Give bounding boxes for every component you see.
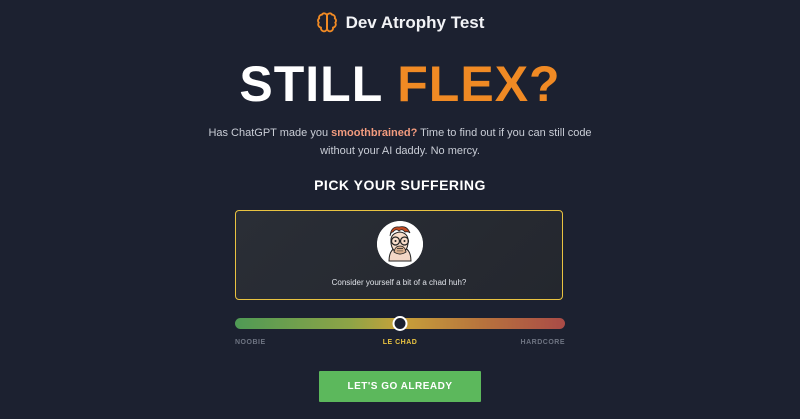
label-le-chad[interactable]: LE CHAD bbox=[383, 339, 418, 346]
subtitle-highlight: smoothbrained? bbox=[331, 127, 418, 139]
subtitle-part1: Has ChatGPT made you bbox=[208, 127, 332, 139]
app-header: Dev Atrophy Test bbox=[0, 12, 800, 34]
difficulty-description: Consider yourself a bit of a chad huh? bbox=[331, 278, 467, 287]
app-title: Dev Atrophy Test bbox=[345, 13, 485, 32]
hero-heading: STILL FLEX? bbox=[0, 56, 800, 112]
difficulty-card: Consider yourself a bit of a chad huh? bbox=[235, 210, 563, 300]
hero-word-flex: FLEX? bbox=[397, 56, 561, 112]
brain-icon bbox=[316, 12, 338, 34]
subtitle: Has ChatGPT made you smoothbrained? Time… bbox=[200, 124, 600, 160]
label-hardcore[interactable]: HARDCORE bbox=[521, 339, 565, 346]
hero-word-still: STILL bbox=[239, 56, 383, 112]
difficulty-slider-thumb[interactable] bbox=[392, 316, 408, 331]
chad-avatar bbox=[377, 221, 423, 267]
start-button[interactable]: LET'S GO ALREADY bbox=[319, 371, 481, 402]
section-title: PICK YOUR SUFFERING bbox=[314, 177, 486, 193]
label-noobie[interactable]: NOOBIE bbox=[235, 339, 266, 346]
